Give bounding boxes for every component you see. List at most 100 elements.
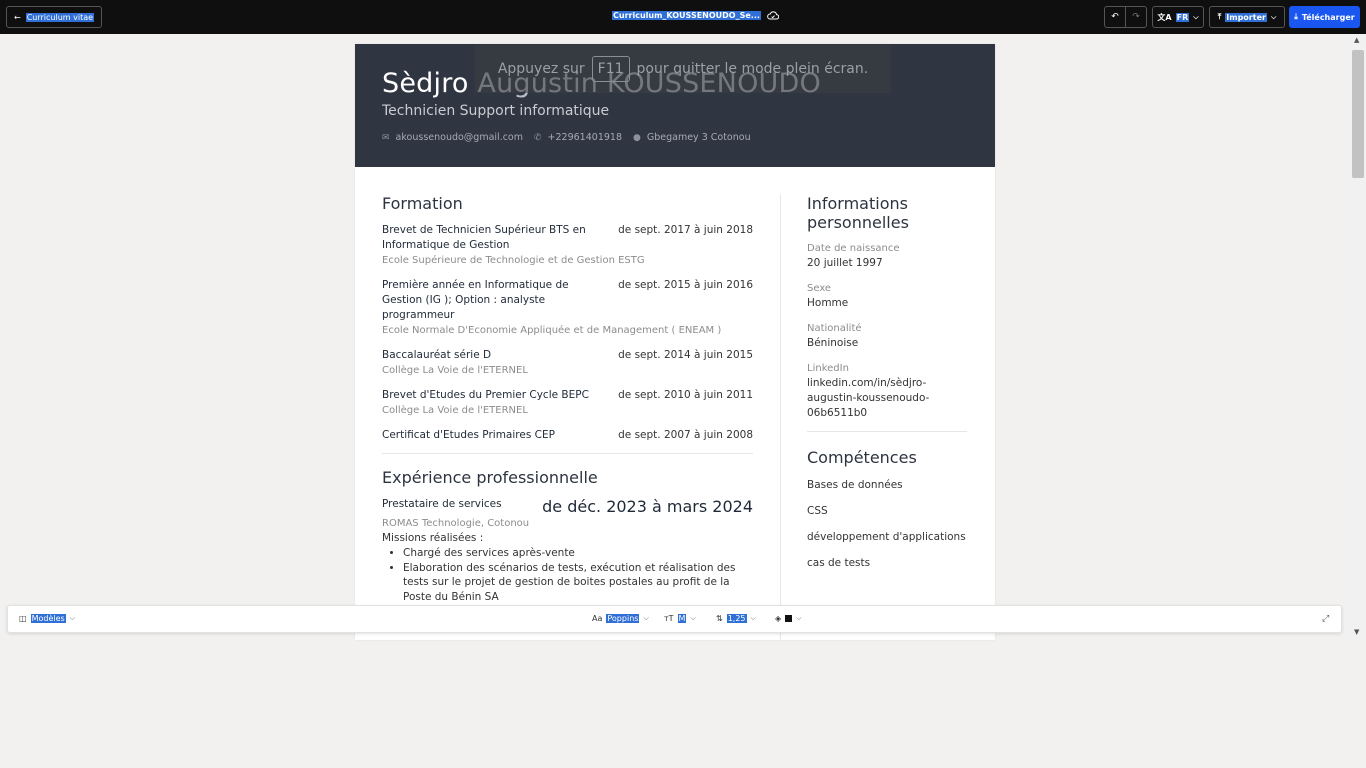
cv-phone[interactable]: +22961401918 [548, 132, 622, 143]
back-button[interactable]: ← Curriculum vitae [6, 6, 103, 28]
top-bar: ← Curriculum vitae Curriculum_KOUSSENOUD… [0, 0, 1366, 34]
personal-info-value: 20 juillet 1997 [807, 257, 883, 269]
undo-redo-group: ↶ ↷ [1104, 6, 1147, 28]
paint-bucket-icon: ◈ [775, 614, 782, 623]
education-item[interactable]: Brevet de Technicien Supérieur BTS en In… [382, 223, 753, 268]
back-button-label: Curriculum vitae [25, 12, 95, 22]
personal-info-key: Sexe [807, 283, 832, 294]
education-dates: de sept. 2015 à juin 2016 [618, 279, 753, 291]
personal-info-item[interactable]: Date de naissance 20 juillet 1997 [807, 241, 967, 271]
experience-missions-label: Missions réalisées : [382, 532, 484, 544]
language-selector[interactable]: 文A FR ⌵ [1152, 6, 1204, 28]
education-item[interactable]: Première année en Informatique de Gestio… [382, 278, 753, 338]
templates-button[interactable]: ◫ Modèles ⌵ [19, 614, 75, 623]
translate-icon: 文A [1157, 12, 1172, 22]
phone-icon: ✆ [534, 132, 542, 143]
personal-info-item[interactable]: LinkedIn linkedin.com/in/sèdjro-augustin… [807, 361, 967, 421]
font-selector[interactable]: Aa Poppins ⌵ [592, 614, 649, 623]
experience-title[interactable]: Expérience professionnelle [382, 468, 753, 487]
education-dates: de sept. 2017 à juin 2018 [618, 224, 753, 236]
skill-item[interactable]: Bases de données [807, 478, 967, 493]
cv-email[interactable]: akoussenoudo@gmail.com [396, 132, 523, 143]
chevron-down-icon: ⌵ [1193, 12, 1199, 21]
personal-info-item[interactable]: Sexe Homme [807, 281, 967, 311]
personal-info-item[interactable]: Nationalité Béninoise [807, 321, 967, 351]
personal-info-title[interactable]: Informations personnelles [807, 194, 967, 232]
education-school: Collège La Voie de l'ETERNEL [382, 405, 528, 416]
location-pin-icon: ● [633, 132, 641, 143]
skills-list: Bases de données CSS développement d'app… [807, 478, 967, 571]
cv-address[interactable]: Gbegamey 3 Cotonou [647, 132, 751, 143]
arrow-left-icon: ← [14, 12, 21, 22]
cv-page: Sèdjro Augustin KOUSSENOUDO Technicien S… [355, 44, 995, 640]
font-size-value: M [677, 614, 687, 623]
color-swatch [785, 615, 793, 622]
scroll-down-icon[interactable]: ▼ [1354, 628, 1359, 636]
chevron-down-icon: ⌵ [690, 614, 696, 622]
cv-contacts: ✉ akoussenoudo@gmail.com ✆ +22961401918 ● G… [382, 132, 751, 143]
language-value: FR [1175, 12, 1190, 22]
chevron-down-icon: ⌵ [643, 614, 649, 622]
personal-info-key: Date de naissance [807, 243, 900, 254]
line-height-value: 1,25 [726, 614, 747, 623]
education-degree: Certificat d'Etudes Primaires CEP [382, 429, 555, 441]
font-icon: Aa [592, 614, 603, 623]
scroll-up-icon[interactable]: ▲ [1354, 36, 1359, 44]
upload-icon: ⤒ [1217, 12, 1222, 21]
education-degree: Brevet d'Etudes du Premier Cycle BEPC [382, 389, 589, 401]
education-item[interactable]: Certificat d'Etudes Primaires CEP de sep… [382, 428, 753, 443]
skill-item[interactable]: développement d'applications [807, 530, 967, 545]
exit-fullscreen-icon[interactable]: ⤢ [1322, 614, 1329, 624]
fullscreen-notice-after: pour quitter le mode plein écran. [636, 61, 869, 77]
education-title[interactable]: Formation [382, 194, 753, 213]
skills-title[interactable]: Compétences [807, 448, 967, 467]
envelope-icon: ✉ [382, 132, 390, 143]
chevron-down-icon: ⌵ [796, 614, 802, 622]
column-divider [780, 194, 781, 640]
education-item[interactable]: Baccalauréat série D Collège La Voie de … [382, 348, 753, 378]
scroll-thumb[interactable] [1352, 50, 1364, 178]
skill-item[interactable]: CSS [807, 504, 967, 519]
experience-company: ROMAS Technologie, Cotonou [382, 518, 530, 529]
download-label: Télécharger [1301, 12, 1355, 22]
download-icon: ⤓ [1294, 12, 1298, 21]
templates-label: Modèles [30, 614, 66, 623]
page-scrollbar[interactable]: ▲ ▼ [1350, 34, 1366, 640]
education-school: Ecole Supérieure de Technologie et de Ge… [382, 255, 645, 266]
experience-job: Prestataire de services [382, 498, 502, 510]
section-divider [382, 453, 753, 454]
skill-item[interactable]: cas de tests [807, 556, 967, 571]
education-dates: de sept. 2007 à juin 2008 [618, 429, 753, 441]
chevron-down-icon: ⌵ [1270, 12, 1277, 21]
chevron-down-icon: ⌵ [69, 614, 75, 622]
import-button[interactable]: ⤒ Importer ⌵ [1209, 6, 1285, 28]
personal-info-value: Béninoise [807, 337, 859, 349]
document-title-text: Curriculum_KOUSSENOUDO_Se... [612, 11, 761, 20]
color-selector[interactable]: ◈ ⌵ [775, 614, 801, 623]
line-height-selector[interactable]: ⇅ 1,25 ⌵ [716, 614, 756, 623]
personal-info-list: Date de naissance 20 juillet 1997 Sexe H… [807, 241, 967, 421]
section-divider [807, 431, 967, 432]
line-height-icon: ⇅ [716, 614, 723, 623]
fullscreen-notice: Appuyez sur F11 pour quitter le mode ple… [475, 45, 891, 93]
experience-item[interactable]: Prestataire de services de déc. 2023 à m… [382, 497, 753, 604]
fullscreen-notice-key: F11 [591, 56, 630, 82]
document-title[interactable]: Curriculum_KOUSSENOUDO_Se... [612, 11, 779, 20]
fullscreen-notice-before: Appuyez sur [497, 61, 585, 77]
cv-main-column: Formation Brevet de Technicien Supérieur… [382, 194, 753, 604]
cv-role[interactable]: Technicien Support informatique [382, 103, 609, 119]
list-item: Chargé des services après-vente [403, 546, 753, 561]
list-item: Elaboration des scénarios de tests, exéc… [403, 561, 753, 605]
education-school: Collège La Voie de l'ETERNEL [382, 365, 528, 376]
education-item[interactable]: Brevet d'Etudes du Premier Cycle BEPC Co… [382, 388, 753, 418]
personal-info-key: LinkedIn [807, 363, 849, 374]
download-button[interactable]: ⤓ Télécharger [1289, 6, 1360, 28]
cv-first-name: Sèdjro [382, 68, 469, 99]
experience-dates: de déc. 2023 à mars 2024 [542, 497, 753, 516]
personal-info-value: linkedin.com/in/sèdjro-augustin-kousseno… [807, 377, 930, 419]
undo-icon[interactable]: ↶ [1105, 7, 1125, 27]
personal-info-key: Nationalité [807, 323, 862, 334]
redo-icon[interactable]: ↷ [1125, 7, 1146, 27]
font-size-selector[interactable]: тT M ⌵ [664, 614, 696, 623]
import-label: Importer [1225, 12, 1267, 22]
